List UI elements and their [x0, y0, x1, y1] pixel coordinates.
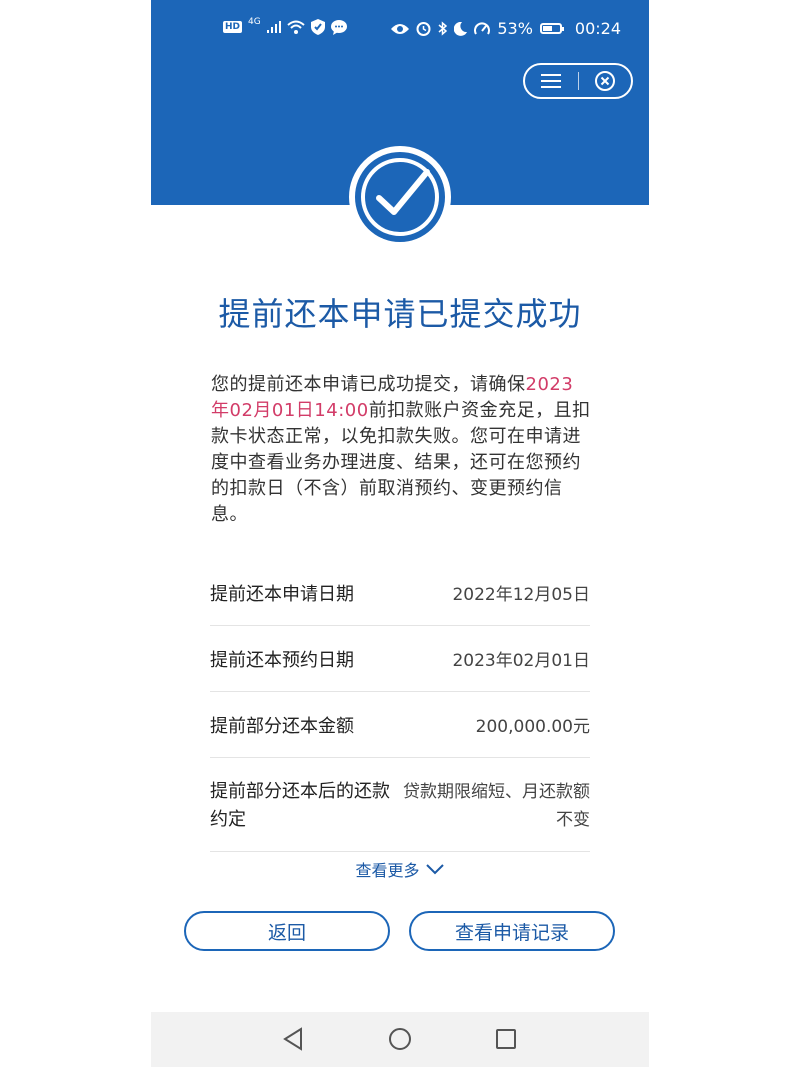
square-recents-icon [496, 1029, 516, 1049]
back-button[interactable]: 返回 [184, 911, 390, 951]
shield-icon [310, 19, 325, 35]
status-bar: HD 4G 53% 00:24 [151, 0, 649, 58]
check-circle-icon [376, 169, 430, 215]
detail-row-amount: 提前部分还本金额 200,000.00元 [210, 692, 590, 758]
menu-button[interactable] [525, 65, 578, 97]
nav-back-button[interactable] [279, 1025, 307, 1053]
chevron-down-icon [425, 864, 444, 875]
moon-icon [454, 21, 468, 36]
phone-screen: HD 4G 53% 00:24 提前还本申请已提交成功 您的提前还本申请已成功提… [151, 0, 649, 1067]
detail-list: 提前还本申请日期 2022年12月05日 提前还本预约日期 2023年02月01… [210, 560, 590, 852]
view-records-button[interactable]: 查看申请记录 [409, 911, 615, 951]
hd-badge: HD [223, 21, 243, 33]
circle-home-icon [389, 1028, 411, 1050]
mini-app-capsule [523, 63, 633, 99]
detail-label: 提前部分还本后的还款约定 [210, 781, 390, 830]
page-title: 提前还本申请已提交成功 [218, 295, 582, 333]
nav-home-button[interactable] [386, 1025, 414, 1053]
notice-text: 您的提前还本申请已成功提交，请确保2023年02月01日14:00前扣款账户资金… [211, 372, 591, 528]
detail-label: 提前还本申请日期 [210, 583, 354, 605]
detail-label: 提前还本预约日期 [210, 649, 354, 671]
battery-icon [539, 23, 564, 34]
detail-row-booking-date: 提前还本预约日期 2023年02月01日 [210, 626, 590, 692]
notice-part1: 您的提前还本申请已成功提交，请确保 [211, 374, 526, 395]
bluetooth-icon [438, 21, 448, 36]
status-left: HD 4G [223, 17, 347, 35]
network-label: 4G [248, 17, 261, 27]
menu-icon [541, 74, 562, 88]
detail-label: 提前部分还本金额 [210, 715, 354, 737]
system-nav-bar [151, 1012, 649, 1067]
view-more-link[interactable]: 查看更多 [151, 857, 649, 881]
signal-icon [266, 21, 281, 33]
triangle-back-icon [283, 1027, 302, 1051]
eye-icon [391, 23, 410, 34]
detail-value: 200,000.00元 [475, 717, 590, 737]
speed-icon [474, 21, 491, 35]
wifi-icon [287, 20, 305, 34]
detail-value: 2023年02月01日 [452, 651, 590, 671]
close-icon [594, 71, 615, 91]
success-badge [349, 146, 451, 248]
detail-value: 2022年12月05日 [452, 585, 590, 605]
close-button[interactable] [578, 65, 631, 97]
battery-percent: 53% [497, 19, 533, 38]
nav-recents-button[interactable] [492, 1025, 520, 1053]
detail-value: 贷款期限缩短、月还款额不变 [403, 782, 590, 830]
clock-time: 00:24 [574, 19, 621, 38]
detail-row-apply-date: 提前还本申请日期 2022年12月05日 [210, 560, 590, 626]
status-right: 53% 00:24 [391, 19, 621, 38]
detail-row-repayment-terms: 提前部分还本后的还款约定 贷款期限缩短、月还款额不变 [210, 758, 590, 852]
view-more-label: 查看更多 [355, 861, 420, 880]
alarm-icon [416, 22, 431, 36]
message-icon [330, 19, 347, 35]
